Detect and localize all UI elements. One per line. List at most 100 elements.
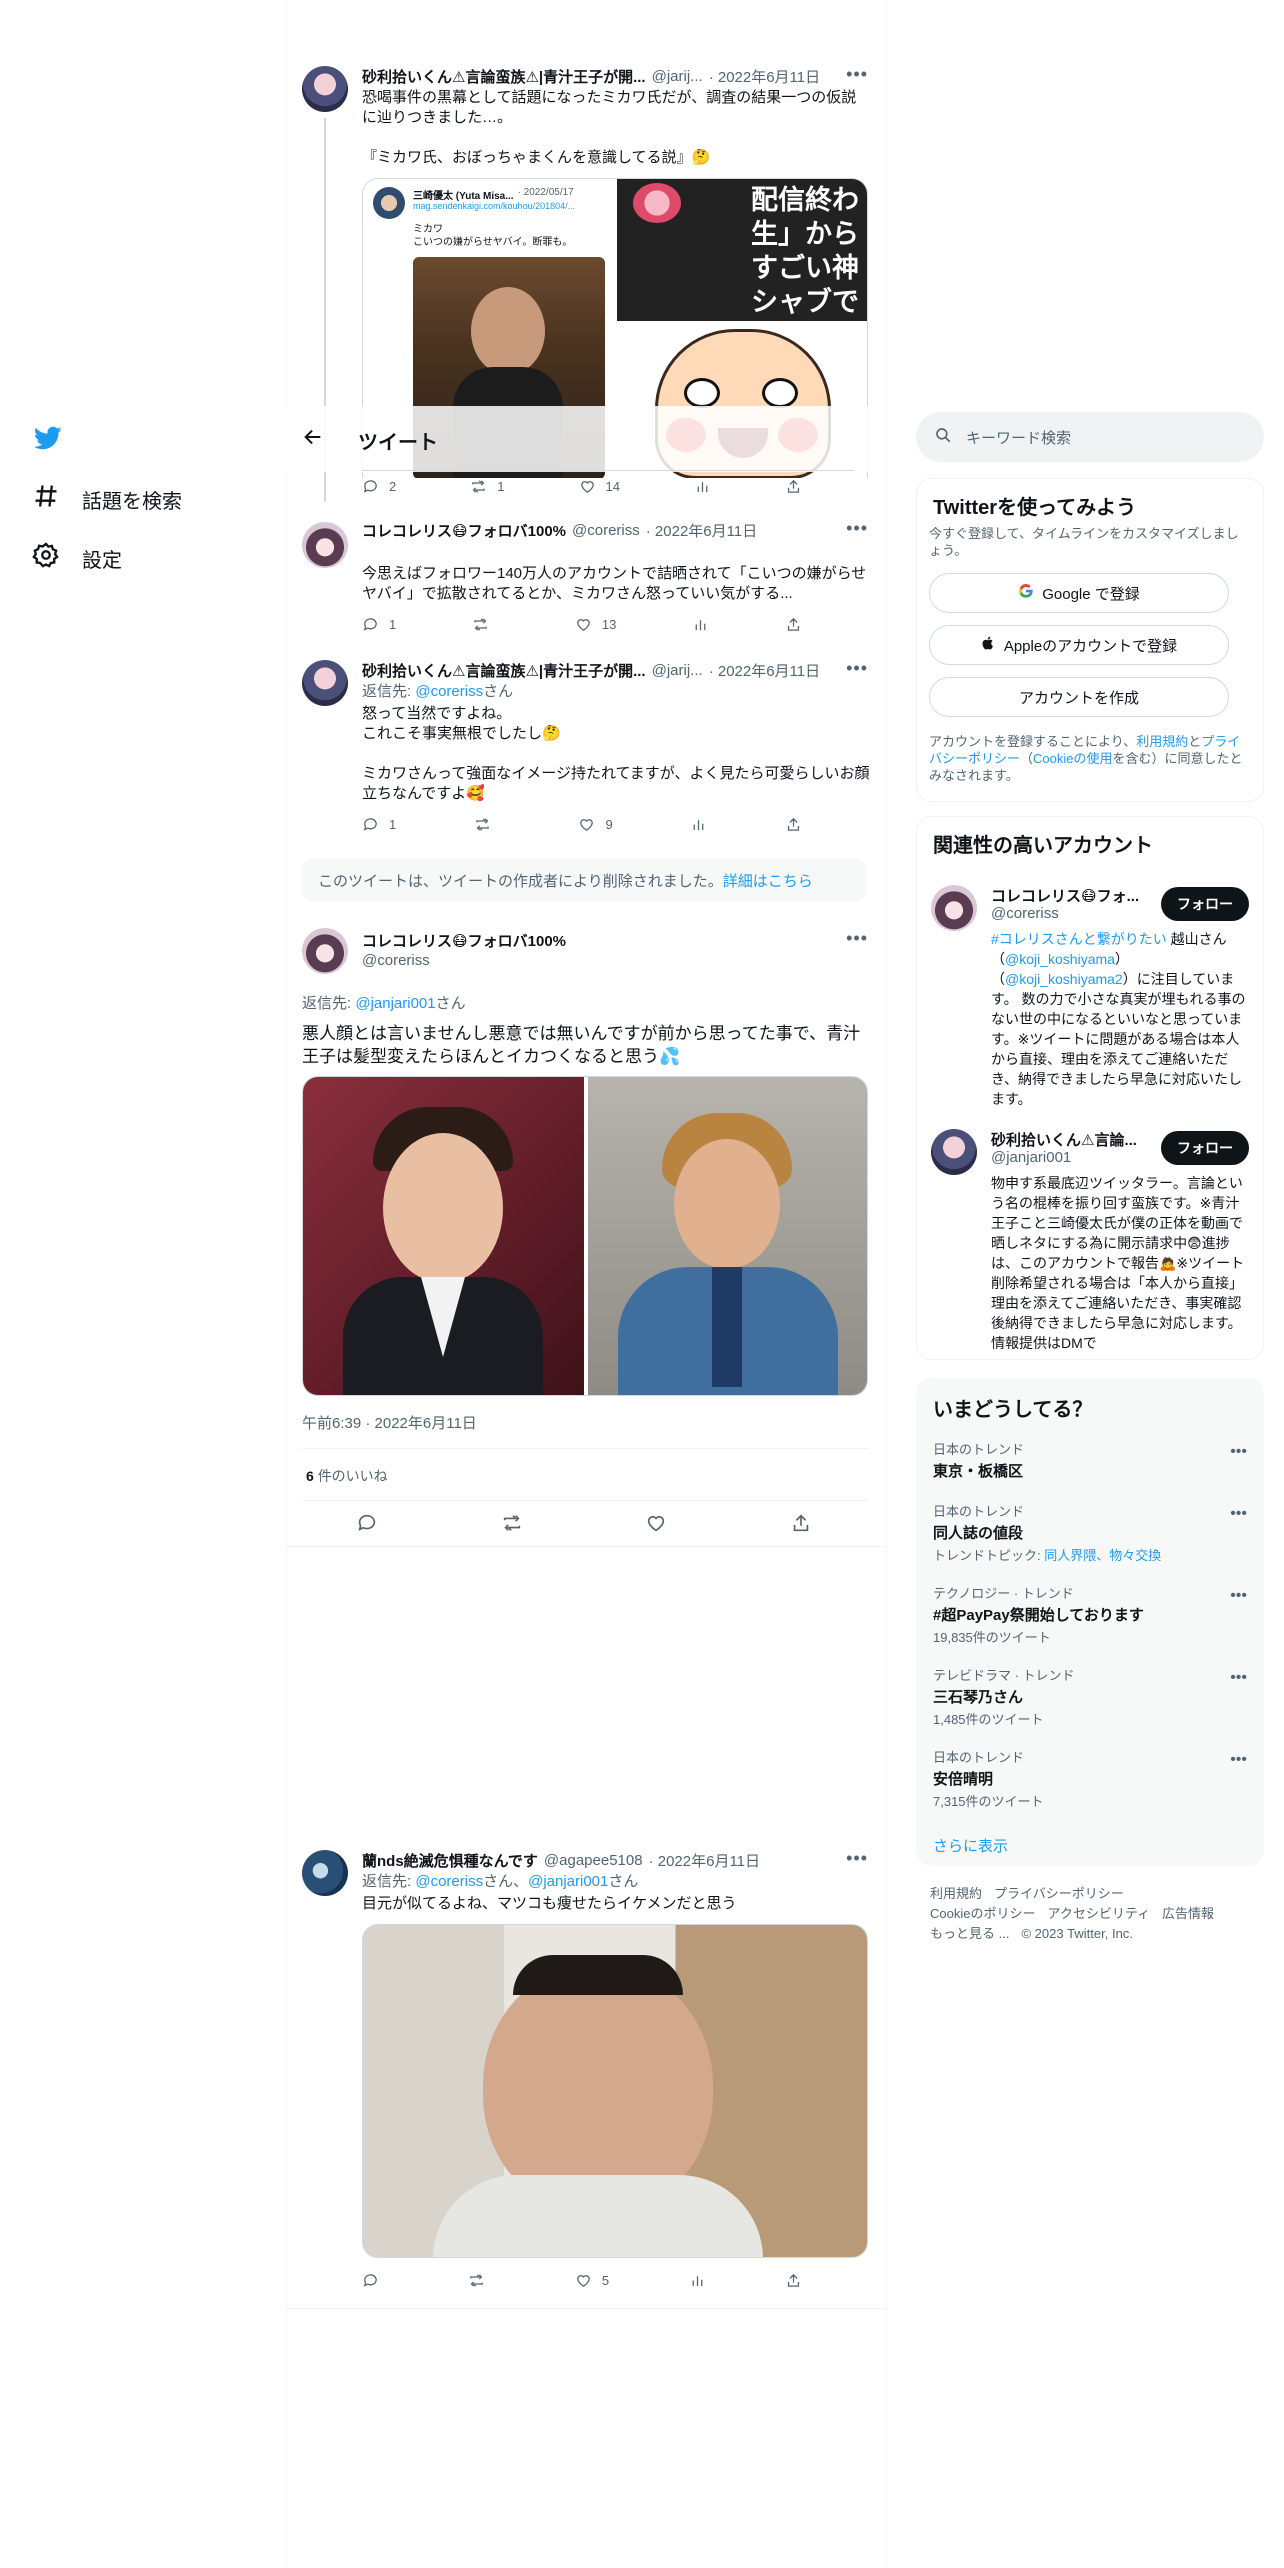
- like-button[interactable]: 13: [575, 616, 616, 633]
- analytics-icon[interactable]: [690, 816, 707, 833]
- tweet-date[interactable]: · 2022年6月11日: [646, 520, 757, 541]
- tweet-timestamp[interactable]: 午前6:39 · 2022年6月11日: [302, 1412, 477, 1433]
- avatar[interactable]: [302, 522, 348, 568]
- share-icon[interactable]: [790, 1512, 812, 1539]
- apple-signup-button[interactable]: Appleのアカウントで登録: [929, 625, 1229, 665]
- more-icon[interactable]: •••: [1230, 1669, 1247, 1687]
- avatar[interactable]: [302, 66, 348, 112]
- share-icon[interactable]: [785, 616, 802, 633]
- tweet-2[interactable]: コレコレリス😷フォロバ100% @coreriss · 2022年6月11日 •…: [302, 518, 882, 648]
- footer-privacy[interactable]: プライバシーポリシー: [994, 1886, 1124, 1901]
- create-account-button[interactable]: アカウントを作成: [929, 677, 1229, 717]
- author-name[interactable]: コレコレリス😷フォロバ100%: [362, 520, 566, 541]
- media-image-right[interactable]: [588, 1077, 867, 1395]
- search-box[interactable]: キーワード検索: [916, 412, 1264, 462]
- retweet-button[interactable]: [474, 816, 501, 833]
- tweet-3[interactable]: 砂利拾いくん⚠言論蛮族⚠|青汁王子が開... @jarij... · 2022年…: [302, 658, 882, 848]
- trend-topic-link[interactable]: 同人界隈、物々交換: [1044, 1548, 1161, 1563]
- account-handle[interactable]: @coreriss: [991, 905, 1059, 922]
- more-icon[interactable]: •••: [1230, 1751, 1247, 1769]
- tweet-date[interactable]: · 2022年6月11日: [709, 66, 820, 87]
- retweet-button[interactable]: 1: [470, 478, 504, 495]
- show-more-link[interactable]: さらに表示: [933, 1835, 1008, 1856]
- avatar[interactable]: [302, 928, 348, 974]
- reply-button[interactable]: 2: [362, 478, 396, 495]
- related-account-item[interactable]: 砂利拾いくん⚠言論... @janjari001 フォロー 物申す系最底辺ツイッ…: [917, 1115, 1263, 1355]
- footer-more[interactable]: もっと見る ...: [930, 1926, 1009, 1941]
- like-button[interactable]: [645, 1512, 667, 1539]
- related-account-item[interactable]: コレコレリス😷フォ... @coreriss フォロー #コレリスさんと繋がりた…: [917, 869, 1263, 1119]
- share-icon[interactable]: [785, 478, 802, 495]
- share-icon[interactable]: [785, 816, 802, 833]
- more-icon[interactable]: •••: [1230, 1505, 1247, 1523]
- reply-button[interactable]: [356, 1512, 378, 1539]
- account-name[interactable]: コレコレリス😷フォ...: [991, 885, 1151, 906]
- author-name[interactable]: コレコレリス😷フォロバ100%: [362, 930, 566, 951]
- reply-user-link[interactable]: @coreriss: [415, 683, 483, 700]
- account-name[interactable]: 砂利拾いくん⚠言論...: [991, 1129, 1151, 1150]
- nav-explore[interactable]: 話題を検索: [32, 482, 182, 516]
- author-handle[interactable]: @jarij...: [652, 662, 703, 679]
- avatar[interactable]: [931, 885, 977, 931]
- tweet-4[interactable]: 蘭nds絶滅危惧種なんです @agapee5108 · 2022年6月11日 •…: [286, 1848, 886, 2309]
- author-name[interactable]: 砂利拾いくん⚠言論蛮族⚠|青汁王子が開...: [362, 66, 646, 87]
- likes-summary[interactable]: 6 件のいいね: [306, 1466, 388, 1486]
- nav-settings[interactable]: 設定: [32, 541, 122, 575]
- tweet-media-photo[interactable]: [362, 1924, 868, 2258]
- analytics-icon[interactable]: [689, 2272, 706, 2289]
- avatar[interactable]: [302, 660, 348, 706]
- follow-button[interactable]: フォロー: [1161, 887, 1249, 921]
- footer-accessibility[interactable]: アクセシビリティ: [1047, 1906, 1150, 1921]
- mention-link[interactable]: @koji_koshiyama2: [1005, 971, 1123, 987]
- retweet-button[interactable]: [501, 1512, 523, 1539]
- tweet-media-grid[interactable]: [302, 1076, 868, 1396]
- account-handle[interactable]: @janjari001: [991, 1149, 1071, 1166]
- analytics-icon[interactable]: [692, 616, 709, 633]
- analytics-icon[interactable]: [694, 478, 711, 495]
- reply-button[interactable]: 1: [362, 816, 396, 833]
- author-name[interactable]: 砂利拾いくん⚠言論蛮族⚠|青汁王子が開...: [362, 660, 646, 681]
- more-icon[interactable]: •••: [1230, 1587, 1247, 1605]
- like-button[interactable]: 14: [579, 478, 620, 495]
- like-button[interactable]: 9: [578, 816, 613, 833]
- reply-button[interactable]: 1: [362, 616, 396, 633]
- trend-item[interactable]: テクノロジー · トレンド #超PayPay祭開始しております 19,835件の…: [933, 1583, 1251, 1646]
- trend-item[interactable]: 日本のトレンド 東京・板橋区 •••: [933, 1439, 1251, 1481]
- author-handle[interactable]: @agapee5108: [544, 1852, 643, 1869]
- more-icon[interactable]: •••: [846, 64, 868, 85]
- reply-user-link[interactable]: @janjari001: [355, 995, 435, 1012]
- more-icon[interactable]: •••: [846, 928, 868, 949]
- back-arrow-icon[interactable]: [302, 426, 324, 453]
- terms-link[interactable]: 利用規約: [1136, 734, 1188, 749]
- footer-cookie[interactable]: Cookieのポリシー: [930, 1906, 1035, 1921]
- footer-ads[interactable]: 広告情報: [1162, 1906, 1214, 1921]
- author-handle[interactable]: @coreriss: [572, 522, 640, 539]
- follow-button[interactable]: フォロー: [1161, 1131, 1249, 1165]
- media-image-left[interactable]: [303, 1077, 584, 1395]
- more-icon[interactable]: •••: [846, 658, 868, 679]
- share-icon[interactable]: [785, 2272, 802, 2289]
- avatar[interactable]: [931, 1129, 977, 1175]
- reply-user-link[interactable]: @janjari001: [528, 1873, 608, 1890]
- google-signup-button[interactable]: Google で登録: [929, 573, 1229, 613]
- mention-link[interactable]: @koji_koshiyama: [1005, 951, 1115, 967]
- tweet-date[interactable]: · 2022年6月11日: [709, 660, 820, 681]
- author-handle[interactable]: @coreriss: [362, 952, 430, 969]
- cookie-link[interactable]: Cookieの使用: [1033, 751, 1112, 766]
- search-input[interactable]: キーワード検索: [966, 427, 1071, 448]
- trend-item[interactable]: テレビドラマ · トレンド 三石琴乃さん 1,485件のツイート •••: [933, 1665, 1251, 1728]
- retweet-button[interactable]: [472, 616, 499, 633]
- twitter-logo-icon[interactable]: [32, 424, 64, 457]
- retweet-button[interactable]: [468, 2272, 495, 2289]
- more-icon[interactable]: •••: [846, 518, 868, 539]
- media-image-overlay[interactable]: 配信終わ 生」から すごい神 シャブで: [617, 179, 867, 321]
- like-button[interactable]: 5: [575, 2272, 609, 2289]
- more-icon[interactable]: •••: [846, 1848, 868, 1869]
- trend-item[interactable]: 日本のトレンド 同人誌の値段 トレンドトピック: 同人界隈、物々交換 •••: [933, 1501, 1251, 1564]
- footer-terms[interactable]: 利用規約: [930, 1886, 982, 1901]
- author-name[interactable]: 蘭nds絶滅危惧種なんです: [362, 1850, 538, 1871]
- hashtag-link[interactable]: #コレリスさんと繋がりたい: [991, 931, 1167, 947]
- more-icon[interactable]: •••: [1230, 1443, 1247, 1461]
- tweet-date[interactable]: · 2022年6月11日: [649, 1850, 760, 1871]
- details-link[interactable]: 詳細はこちら: [723, 870, 813, 891]
